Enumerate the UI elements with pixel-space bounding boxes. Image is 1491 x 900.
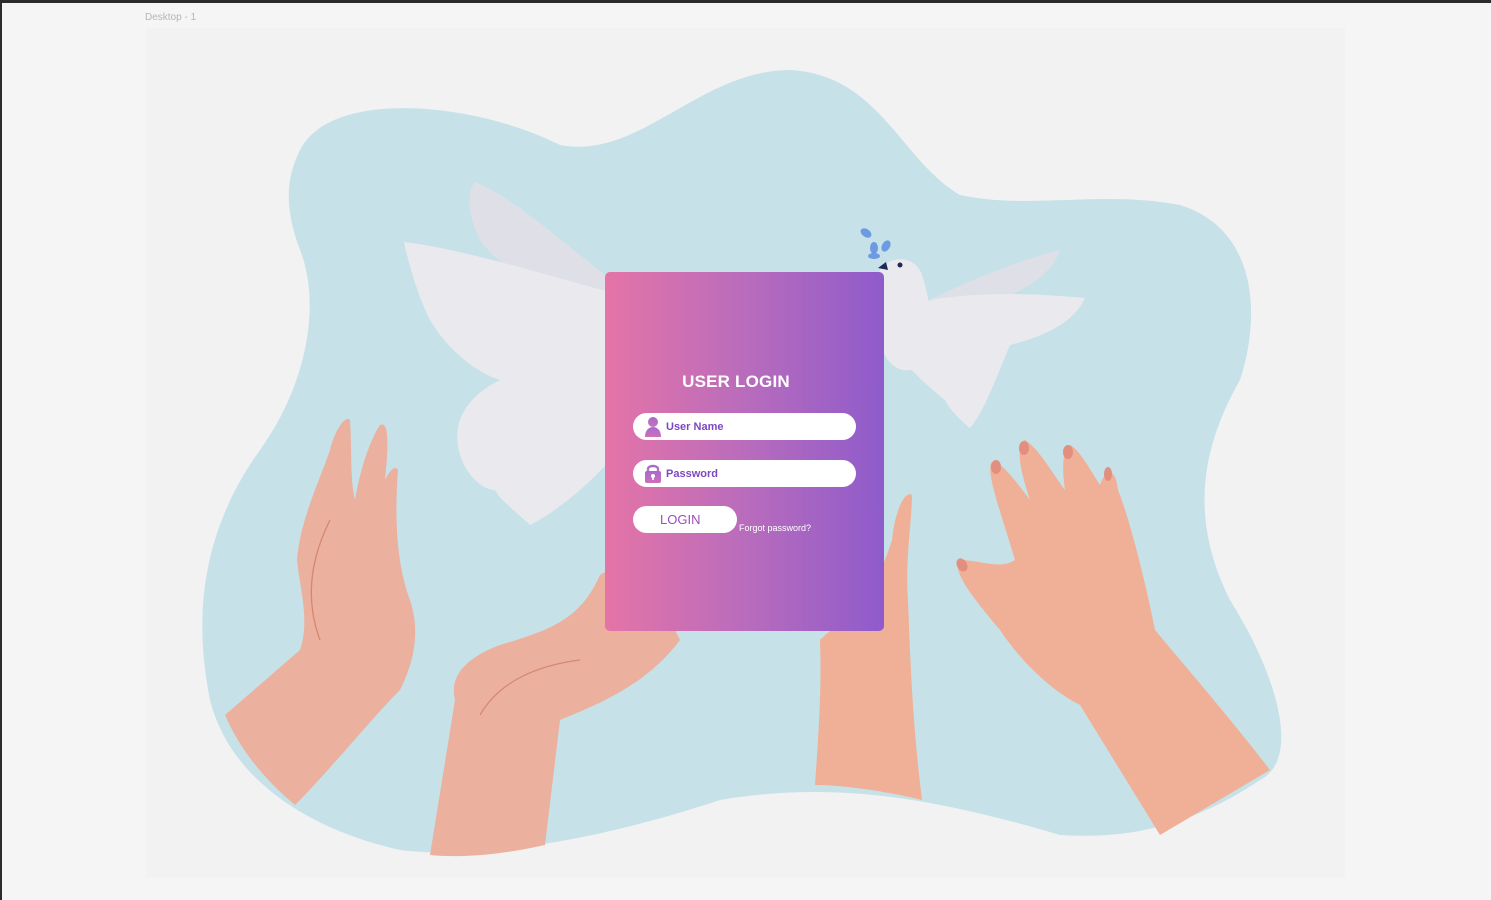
username-input[interactable] (666, 413, 846, 440)
login-card: USER LOGIN LOGIN Forgot (605, 272, 884, 631)
lock-icon (645, 464, 661, 483)
password-field[interactable] (633, 460, 856, 487)
dove-eye (897, 262, 903, 268)
login-title: USER LOGIN (682, 372, 790, 391)
password-input[interactable] (666, 460, 846, 487)
username-field[interactable] (633, 413, 856, 440)
user-icon (645, 417, 661, 437)
login-button[interactable]: LOGIN (633, 506, 737, 533)
forgot-password-link[interactable]: Forgot password? (739, 523, 811, 533)
